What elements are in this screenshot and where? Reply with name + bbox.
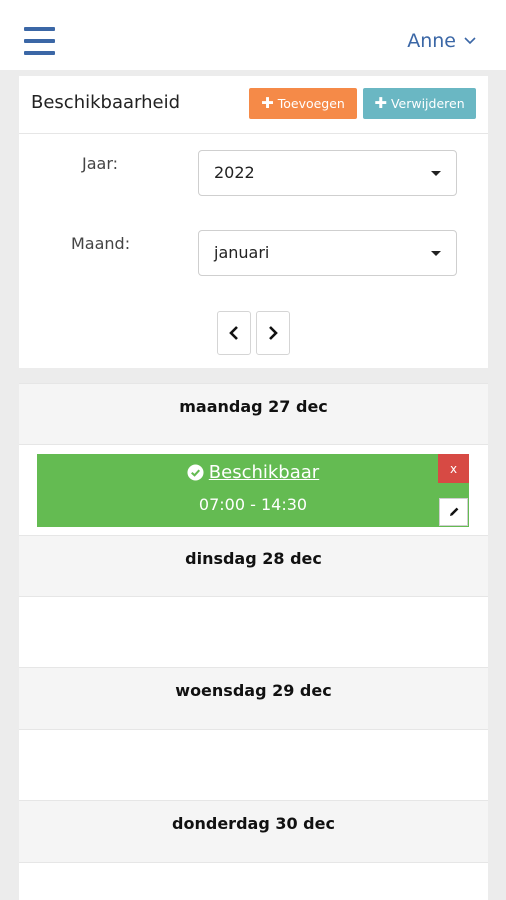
caret-down-icon — [431, 171, 441, 176]
check-circle-icon — [187, 464, 204, 481]
availability-event[interactable]: Beschikbaar 07:00 - 14:30 x — [37, 454, 469, 527]
close-icon: x — [449, 461, 458, 476]
add-button-label: Toevoegen — [277, 96, 345, 111]
add-button[interactable]: ✚ Toevoegen — [249, 88, 357, 119]
event-title: Beschikbaar — [208, 462, 320, 483]
delete-event-button[interactable]: x — [438, 454, 469, 483]
caret-down-icon — [431, 251, 441, 256]
day-label: donderdag 30 dec — [172, 814, 335, 833]
day-label: dinsdag 28 dec — [185, 549, 322, 568]
year-value: 2022 — [214, 163, 255, 182]
remove-button[interactable]: ✚ Verwijderen — [363, 88, 476, 119]
availability-card: Beschikbaarheid ✚ Toevoegen ✚ Verwijdere… — [19, 76, 488, 368]
chevron-right-icon — [269, 326, 278, 340]
plus-icon: ✚ — [261, 94, 274, 112]
month-select[interactable]: januari — [198, 230, 457, 276]
day-label: woensdag 29 dec — [175, 681, 332, 700]
top-bar: Anne — [0, 0, 506, 70]
day-header: donderdag 30 dec — [19, 800, 488, 863]
event-time: 07:00 - 14:30 — [198, 495, 308, 514]
menu-icon[interactable] — [24, 27, 55, 55]
edit-event-button[interactable] — [439, 498, 468, 526]
page-title: Beschikbaarheid — [31, 92, 181, 113]
chevron-left-icon — [229, 326, 238, 340]
user-name: Anne — [407, 30, 456, 52]
remove-button-label: Verwijderen — [390, 96, 465, 111]
plus-icon: ✚ — [374, 94, 387, 112]
day-header: woensdag 29 dec — [19, 667, 488, 730]
year-select[interactable]: 2022 — [198, 150, 457, 196]
month-value: januari — [214, 243, 270, 262]
chevron-down-icon — [464, 37, 476, 45]
day-header: dinsdag 28 dec — [19, 535, 488, 597]
month-label: Maand: — [71, 234, 131, 253]
user-menu[interactable]: Anne — [407, 30, 476, 52]
day-list: maandag 27 dec Beschikbaar 07:00 - 14:30… — [19, 383, 488, 900]
event-title-link[interactable]: Beschikbaar — [37, 462, 469, 483]
previous-month-button[interactable] — [217, 311, 251, 355]
card-header: Beschikbaarheid ✚ Toevoegen ✚ Verwijdere… — [19, 76, 488, 134]
next-month-button[interactable] — [256, 311, 290, 355]
day-header: maandag 27 dec — [19, 383, 488, 445]
year-label: Jaar: — [82, 154, 119, 173]
day-label: maandag 27 dec — [179, 397, 328, 416]
pencil-icon — [449, 507, 458, 516]
